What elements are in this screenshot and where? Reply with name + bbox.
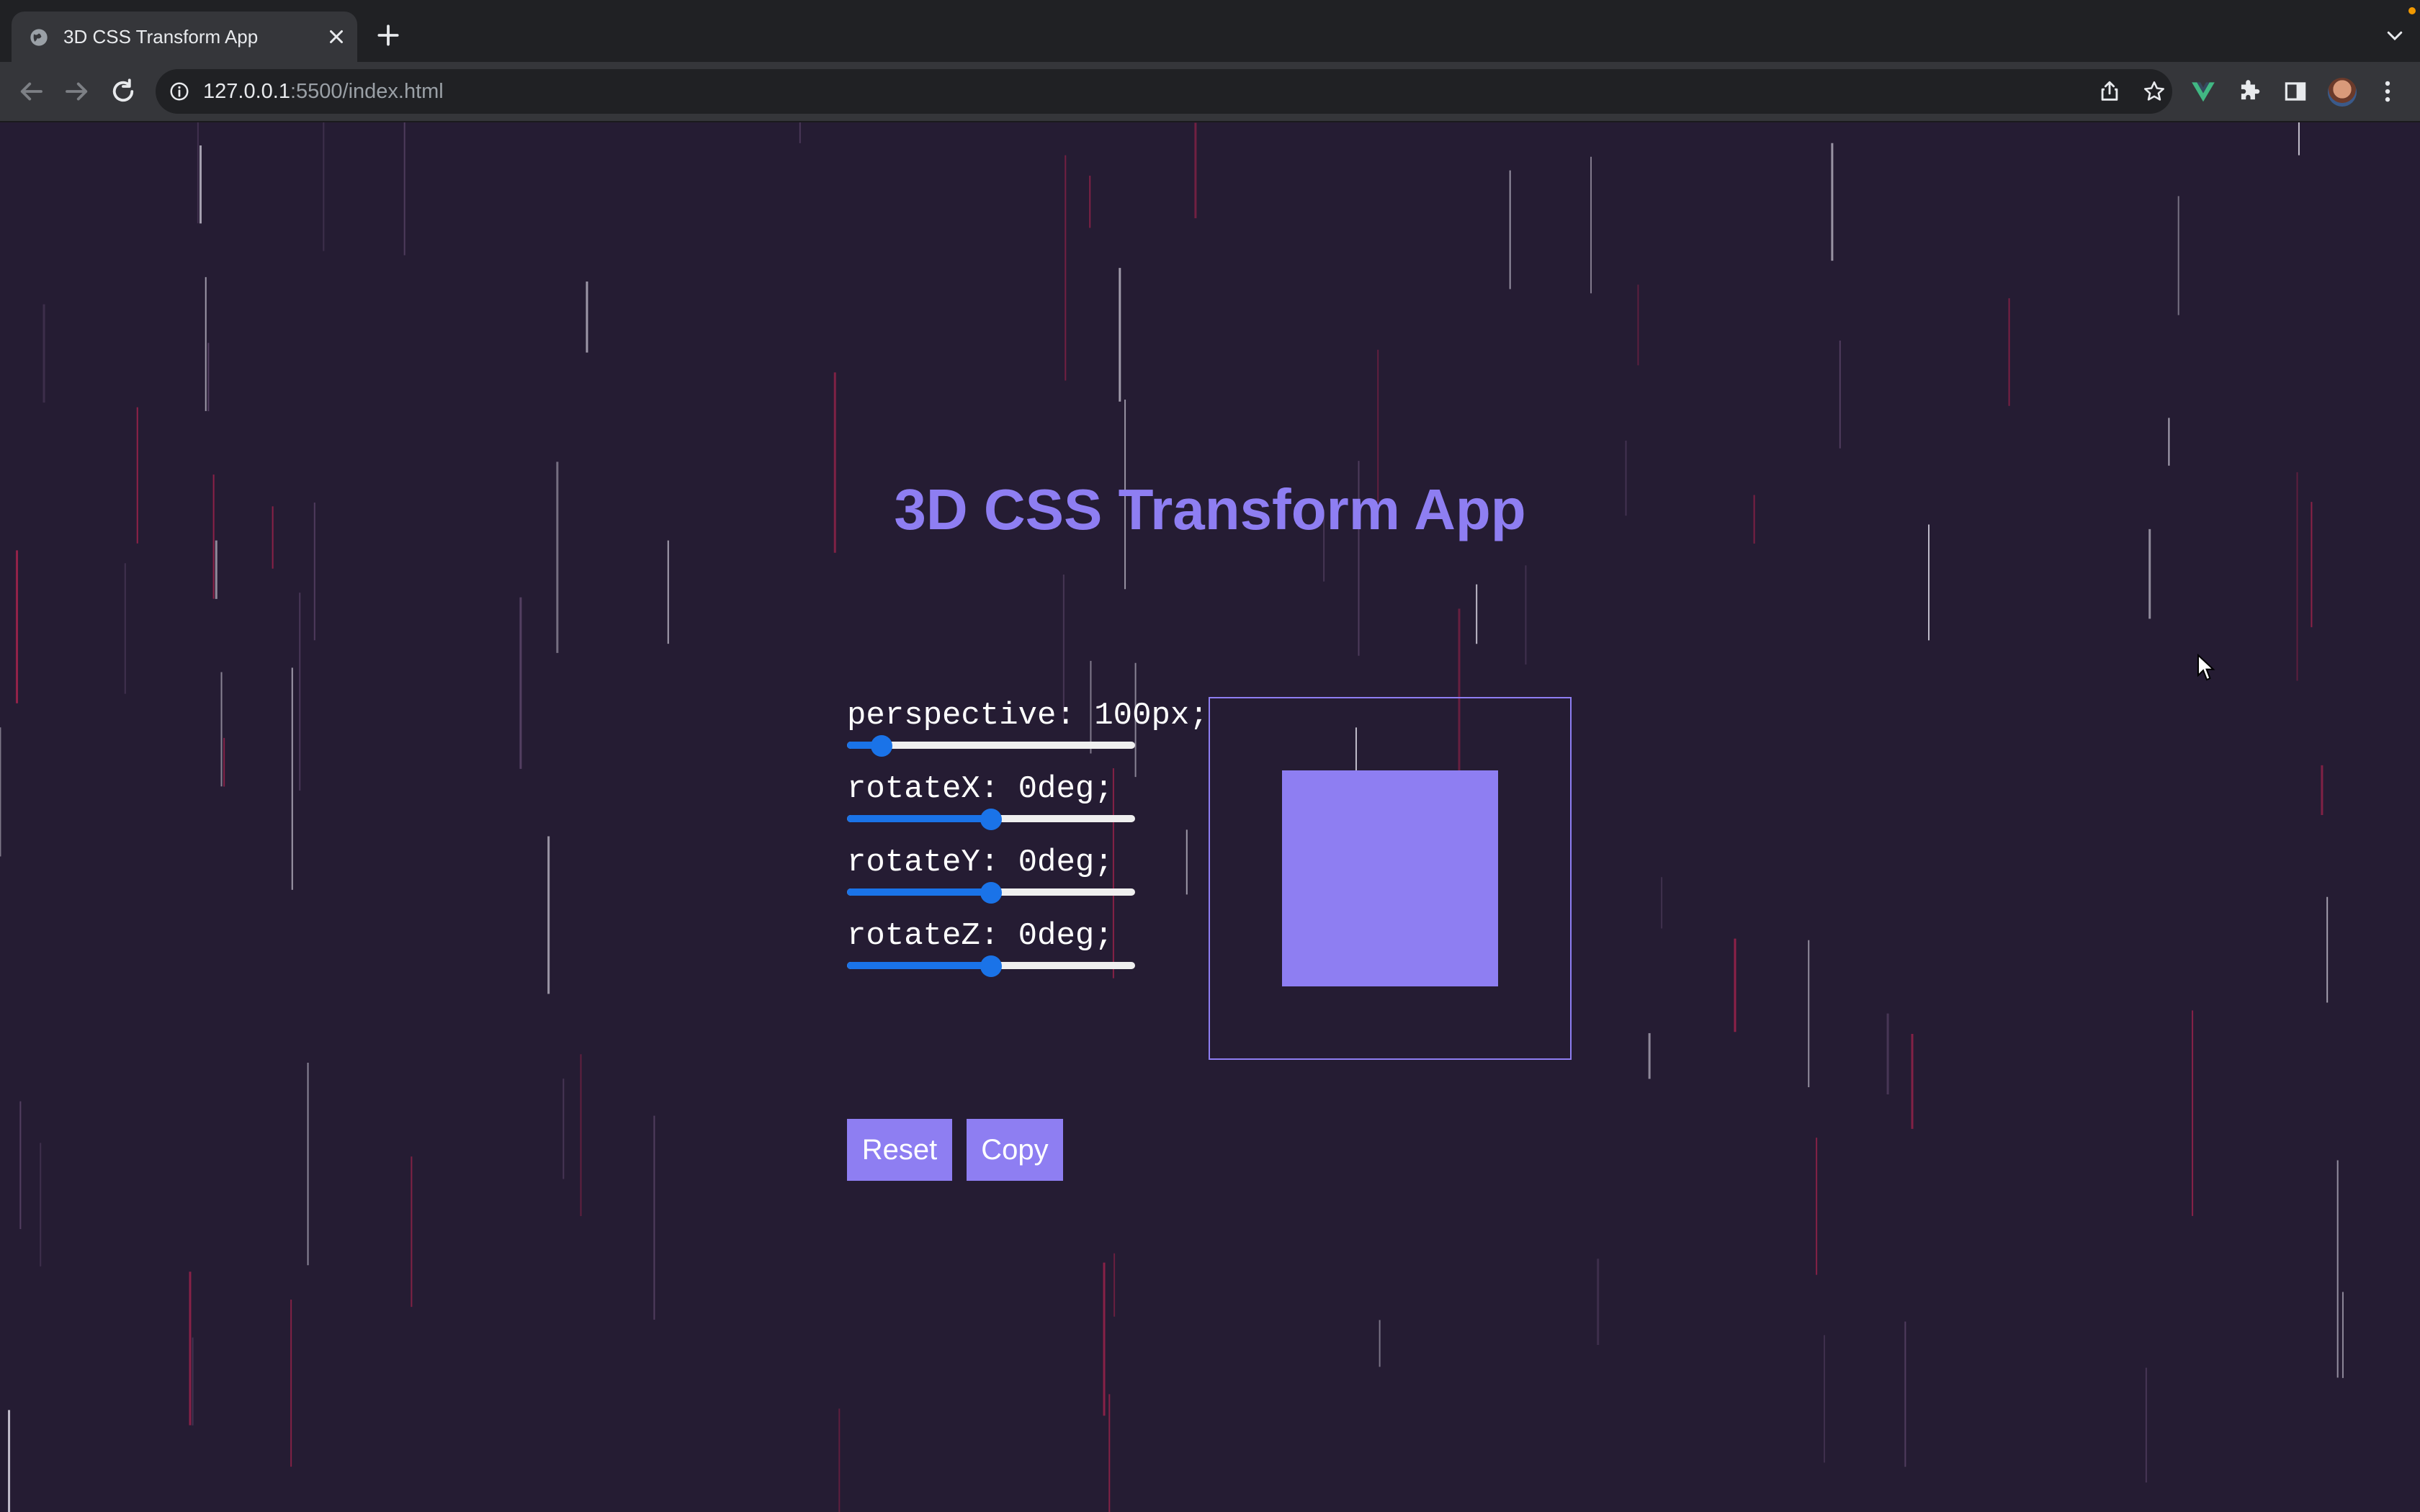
forward-icon[interactable] <box>62 76 92 107</box>
rotate-y-slider[interactable] <box>847 882 1135 904</box>
perspective-label: perspective: 100px; <box>847 698 1209 734</box>
rotate-z-slider[interactable] <box>847 955 1135 977</box>
globe-icon <box>30 29 48 46</box>
slider-fill <box>847 815 991 822</box>
address-bar[interactable]: 127.0.0.1:5500/index.html <box>156 69 2172 114</box>
rotate-x-label: rotateX: 0deg; <box>847 771 1113 807</box>
close-icon[interactable] <box>326 26 347 48</box>
slider-thumb[interactable] <box>871 735 892 757</box>
slider-fill <box>847 888 991 896</box>
profile-avatar[interactable] <box>2328 78 2357 107</box>
side-panel-icon[interactable] <box>2282 78 2309 105</box>
copy-button[interactable]: Copy <box>967 1119 1063 1181</box>
slider-thumb[interactable] <box>980 809 1002 830</box>
tab-title: 3D CSS Transform App <box>63 26 259 48</box>
browser-tab[interactable]: 3D CSS Transform App <box>12 12 357 62</box>
mouse-cursor-icon <box>2197 654 2215 681</box>
extensions-icon[interactable] <box>2236 78 2263 105</box>
menu-kebab-icon[interactable] <box>2374 78 2401 105</box>
page-title: 3D CSS Transform App <box>894 477 1526 541</box>
share-icon[interactable] <box>2097 79 2122 104</box>
page-viewport: 3D CSS Transform App perspective: 100px;… <box>0 122 2420 1512</box>
transform-preview-box <box>1282 770 1498 986</box>
reset-button[interactable]: Reset <box>847 1119 952 1181</box>
slider-fill <box>847 962 991 969</box>
browser-tab-bar: 3D CSS Transform App <box>0 0 2420 62</box>
slider-thumb[interactable] <box>980 882 1002 904</box>
browser-toolbar: 127.0.0.1:5500/index.html <box>0 62 2420 122</box>
new-tab-icon[interactable] <box>375 22 402 49</box>
star-icon[interactable] <box>2142 79 2166 104</box>
rotate-z-label: rotateZ: 0deg; <box>847 918 1113 954</box>
url-text[interactable]: 127.0.0.1:5500/index.html <box>203 79 444 104</box>
slider-thumb[interactable] <box>980 955 1002 977</box>
back-icon[interactable] <box>16 76 46 107</box>
chevron-down-icon[interactable] <box>2384 24 2406 46</box>
notification-dot <box>2408 7 2416 14</box>
reload-icon[interactable] <box>108 76 138 107</box>
vue-devtools-icon[interactable] <box>2190 78 2217 105</box>
rotate-x-slider[interactable] <box>847 809 1135 830</box>
info-icon[interactable] <box>169 81 190 102</box>
rotate-y-label: rotateY: 0deg; <box>847 845 1113 881</box>
preview-container <box>1209 697 1572 1060</box>
perspective-slider[interactable] <box>847 735 1135 757</box>
